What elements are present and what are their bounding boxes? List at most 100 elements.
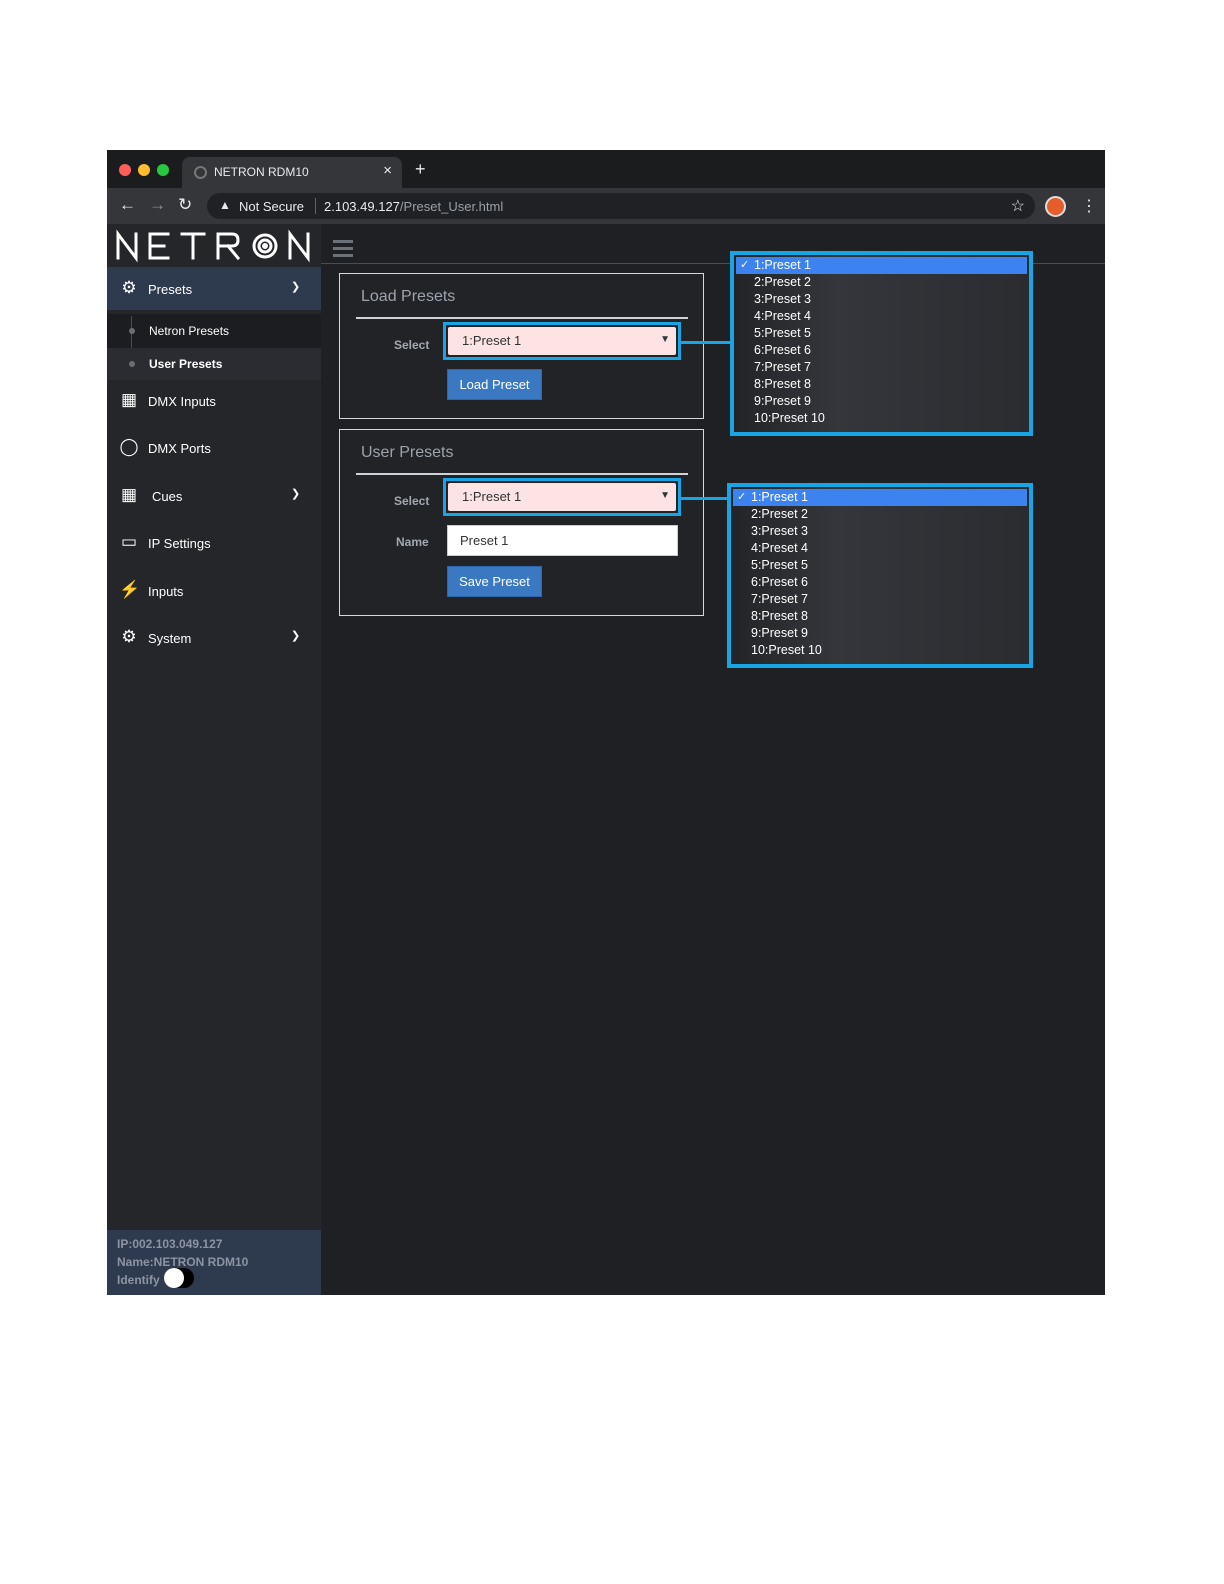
security-label[interactable]: Not Secure [239,199,304,214]
address-bar[interactable]: ▲ Not Secure 2.103.49.127/Preset_User.ht… [207,193,1035,219]
sidebar-item-label: Netron Presets [149,324,230,338]
callout-connector [680,497,730,500]
tab-bar: NETRON RDM10 × + [107,150,1105,188]
extension-icon[interactable] [1045,196,1066,217]
sidebar-item-label: DMX Ports [148,441,211,456]
dropdown-option[interactable]: 9:Preset 9 [733,625,1027,642]
chevron-down-icon: ❯ [291,488,301,500]
identify-toggle[interactable] [164,1268,194,1288]
gear-icon: ⚙ [121,278,137,297]
user-presets-panel: User Presets Select 1:Preset 1 ▼ Name Sa… [339,429,704,616]
device-info-footer: IP:002.103.049.127 Name:NETRON RDM10 Ide… [107,1230,321,1295]
minimize-window-button[interactable] [138,164,150,176]
dropdown-option[interactable]: 6:Preset 6 [736,342,1027,359]
panel-title: User Presets [361,444,454,461]
gear-icon: ⚙ [121,627,137,646]
option-label: 6:Preset 6 [751,575,808,589]
page-content: ⚙ Presets ❯ Netron Presets User Presets … [107,224,1105,1295]
url-path: /Preset_User.html [399,199,504,214]
bookmark-star-icon[interactable]: ☆ [1011,196,1025,216]
browser-tab[interactable]: NETRON RDM10 × [182,157,402,188]
dropdown-option[interactable]: 6:Preset 6 [733,574,1027,591]
save-preset-button[interactable]: Save Preset [447,566,542,597]
dropdown-option[interactable]: 7:Preset 7 [736,359,1027,376]
dropdown-option[interactable]: 9:Preset 9 [736,393,1027,410]
favicon-icon [194,166,207,179]
identify-label: Identify [117,1273,160,1287]
chevron-down-icon: ▼ [660,334,670,345]
load-preset-select[interactable]: 1:Preset 1 ▼ [448,327,676,355]
sidebar-item-dmx-ports[interactable]: ◯ DMX Ports [107,426,321,469]
dropdown-option[interactable]: ✓ 1:Preset 1 [736,257,1027,274]
forward-icon[interactable]: → [149,195,166,215]
sidebar-item-dmx-inputs[interactable]: ▦ DMX Inputs [107,379,321,422]
back-icon[interactable]: ← [119,195,136,215]
sidebar: ⚙ Presets ❯ Netron Presets User Presets … [107,224,321,1295]
sidebar-item-label: IP Settings [148,536,211,551]
close-window-button[interactable] [119,164,131,176]
sidebar-item-cues[interactable]: ▦ Cues ❯ [107,474,321,517]
tab-title: NETRON RDM10 [214,165,309,179]
dropdown-option[interactable]: 7:Preset 7 [733,591,1027,608]
option-label: 10:Preset 10 [751,643,822,657]
dropdown-option[interactable]: 2:Preset 2 [733,506,1027,523]
dropdown-option[interactable]: 3:Preset 3 [733,523,1027,540]
edit-box-icon: ▦ [120,390,138,409]
sidebar-item-user-presets[interactable]: User Presets [107,348,321,380]
user-preset-dropdown-list: ✓ 1:Preset 1 2:Preset 2 3:Preset 3 4:Pres… [727,483,1033,668]
dropdown-option[interactable]: 4:Preset 4 [736,308,1027,325]
ring-icon: ◯ [119,437,139,456]
url-text[interactable]: 2.103.49.127/Preset_User.html [324,199,503,214]
option-label: 9:Preset 9 [751,626,808,640]
sidebar-item-ip-settings[interactable]: ▭ IP Settings [107,521,321,564]
browser-menu-icon[interactable]: ⋮ [1081,196,1097,216]
option-label: 9:Preset 9 [754,394,811,408]
preset-name-input[interactable] [447,525,678,556]
dropdown-option[interactable]: 10:Preset 10 [733,642,1027,659]
sidebar-item-inputs[interactable]: ⚡ Inputs [107,569,321,612]
panel-title: Load Presets [361,288,456,305]
panel-divider [356,317,688,319]
option-label: 1:Preset 1 [751,490,808,504]
dropdown-option[interactable]: 5:Preset 5 [736,325,1027,342]
options-list: ✓ 1:Preset 1 2:Preset 2 3:Preset 3 4:Pres… [736,257,1027,427]
close-tab-icon[interactable]: × [383,162,392,179]
sidebar-item-label: Presets [148,282,193,297]
option-label: 1:Preset 1 [754,258,811,272]
film-icon: ▦ [120,485,138,504]
callout-connector [680,341,733,344]
sidebar-item-label: System [148,631,192,646]
hamburger-menu-icon[interactable] [333,240,355,258]
option-label: 2:Preset 2 [751,507,808,521]
dropdown-option[interactable]: 8:Preset 8 [733,608,1027,625]
dropdown-option[interactable]: 4:Preset 4 [733,540,1027,557]
sidebar-item-system[interactable]: ⚙ System ❯ [107,616,321,659]
option-label: 10:Preset 10 [754,411,825,425]
dropdown-option[interactable]: 2:Preset 2 [736,274,1027,291]
sidebar-item-label: Inputs [148,584,184,599]
sidebar-item-presets[interactable]: ⚙ Presets ❯ [107,267,321,310]
presets-submenu: Netron Presets User Presets [107,314,321,380]
dropdown-option[interactable]: 3:Preset 3 [736,291,1027,308]
divider [315,198,316,214]
option-label: 5:Preset 5 [751,558,808,572]
sidebar-item-netron-presets[interactable]: Netron Presets [107,315,321,347]
browser-toolbar: ← → ↻ ▲ Not Secure 2.103.49.127/Preset_U… [107,188,1105,224]
user-preset-select[interactable]: 1:Preset 1 ▼ [448,483,676,511]
dropdown-option[interactable]: 8:Preset 8 [736,376,1027,393]
dropdown-option[interactable]: 10:Preset 10 [736,410,1027,427]
url-host: 2.103.49.127 [324,199,400,214]
warning-icon[interactable]: ▲ [219,198,231,212]
option-label: 3:Preset 3 [751,524,808,538]
maximize-window-button[interactable] [157,164,169,176]
dropdown-option[interactable]: ✓ 1:Preset 1 [733,489,1027,506]
checkmark-icon: ✓ [740,259,750,271]
new-tab-icon[interactable]: + [415,159,426,180]
option-label: 4:Preset 4 [751,541,808,555]
option-label: 8:Preset 8 [754,377,811,391]
dropdown-option[interactable]: 5:Preset 5 [733,557,1027,574]
reload-icon[interactable]: ↻ [178,195,192,215]
load-preset-button[interactable]: Load Preset [447,369,542,400]
device-name: Name:NETRON RDM10 [117,1255,249,1269]
user-preset-select-highlight: 1:Preset 1 ▼ [443,478,681,516]
